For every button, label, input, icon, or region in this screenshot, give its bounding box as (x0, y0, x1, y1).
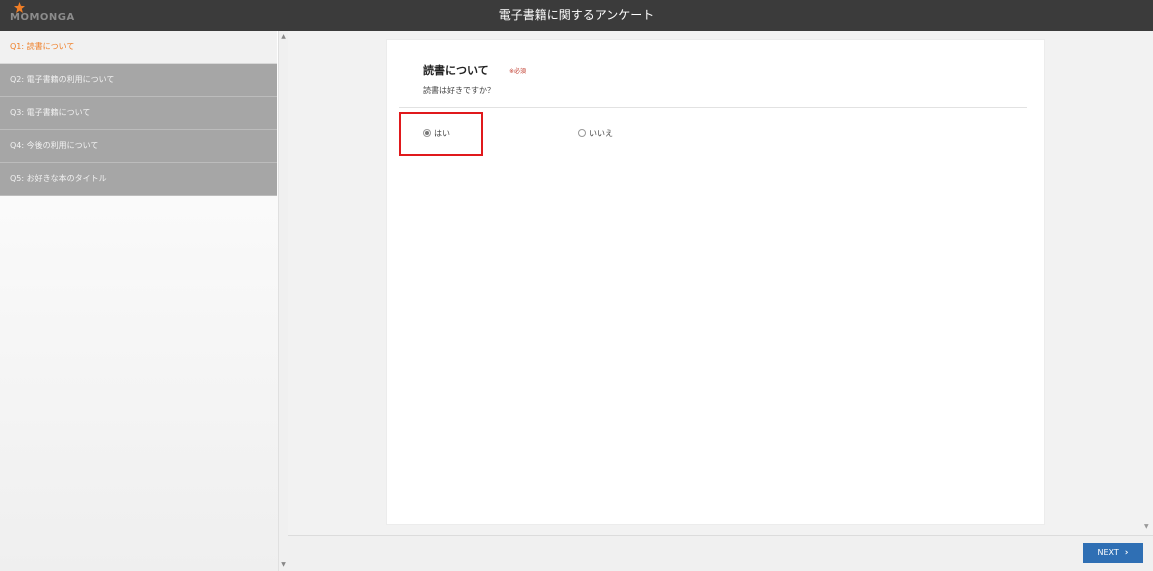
scroll-up-icon[interactable]: ▲ (280, 33, 287, 40)
option-no[interactable]: いいえ (578, 128, 613, 139)
scroll-down-icon[interactable]: ▼ (280, 561, 287, 568)
option-yes[interactable]: はい (423, 128, 450, 139)
question-card: 読書について ※必須 読書は好きですか？ はい いいえ (386, 39, 1045, 525)
footer-bar (288, 535, 1153, 571)
sidebar-item-q5[interactable]: Q5: お好きな本のタイトル (0, 163, 277, 196)
top-bar: MOMONGA 電子書籍に関するアンケート (0, 0, 1153, 31)
radio-unchecked-icon[interactable] (578, 128, 586, 137)
next-button-label: NEXT (1097, 548, 1119, 557)
sidebar-item-q1[interactable]: Q1: 読書について (0, 31, 277, 64)
main-scroll-down-icon[interactable]: ▼ (1144, 523, 1149, 530)
question-nav-sidebar: Q1: 読書について Q2: 電子書籍の利用について Q3: 電子書籍について … (0, 31, 279, 571)
sidebar-item-q2[interactable]: Q2: 電子書籍の利用について (0, 64, 277, 97)
sidebar-item-q4[interactable]: Q4: 今後の利用について (0, 130, 277, 163)
required-label: ※必須 (509, 68, 527, 75)
question-title: 読書について (423, 64, 489, 77)
chevron-right-icon: › (1124, 548, 1129, 558)
question-text: 読書は好きですか？ (423, 86, 495, 95)
radio-checked-icon[interactable] (423, 128, 431, 137)
divider (399, 107, 1027, 108)
sidebar-scrollbar[interactable]: ▲ ▼ (278, 31, 288, 571)
option-yes-label: はい (434, 129, 450, 138)
option-no-label: いいえ (589, 129, 613, 138)
page-title: 電子書籍に関するアンケート (498, 8, 655, 22)
next-button[interactable]: NEXT › (1083, 543, 1143, 563)
sidebar-item-q3[interactable]: Q3: 電子書籍について (0, 97, 277, 130)
